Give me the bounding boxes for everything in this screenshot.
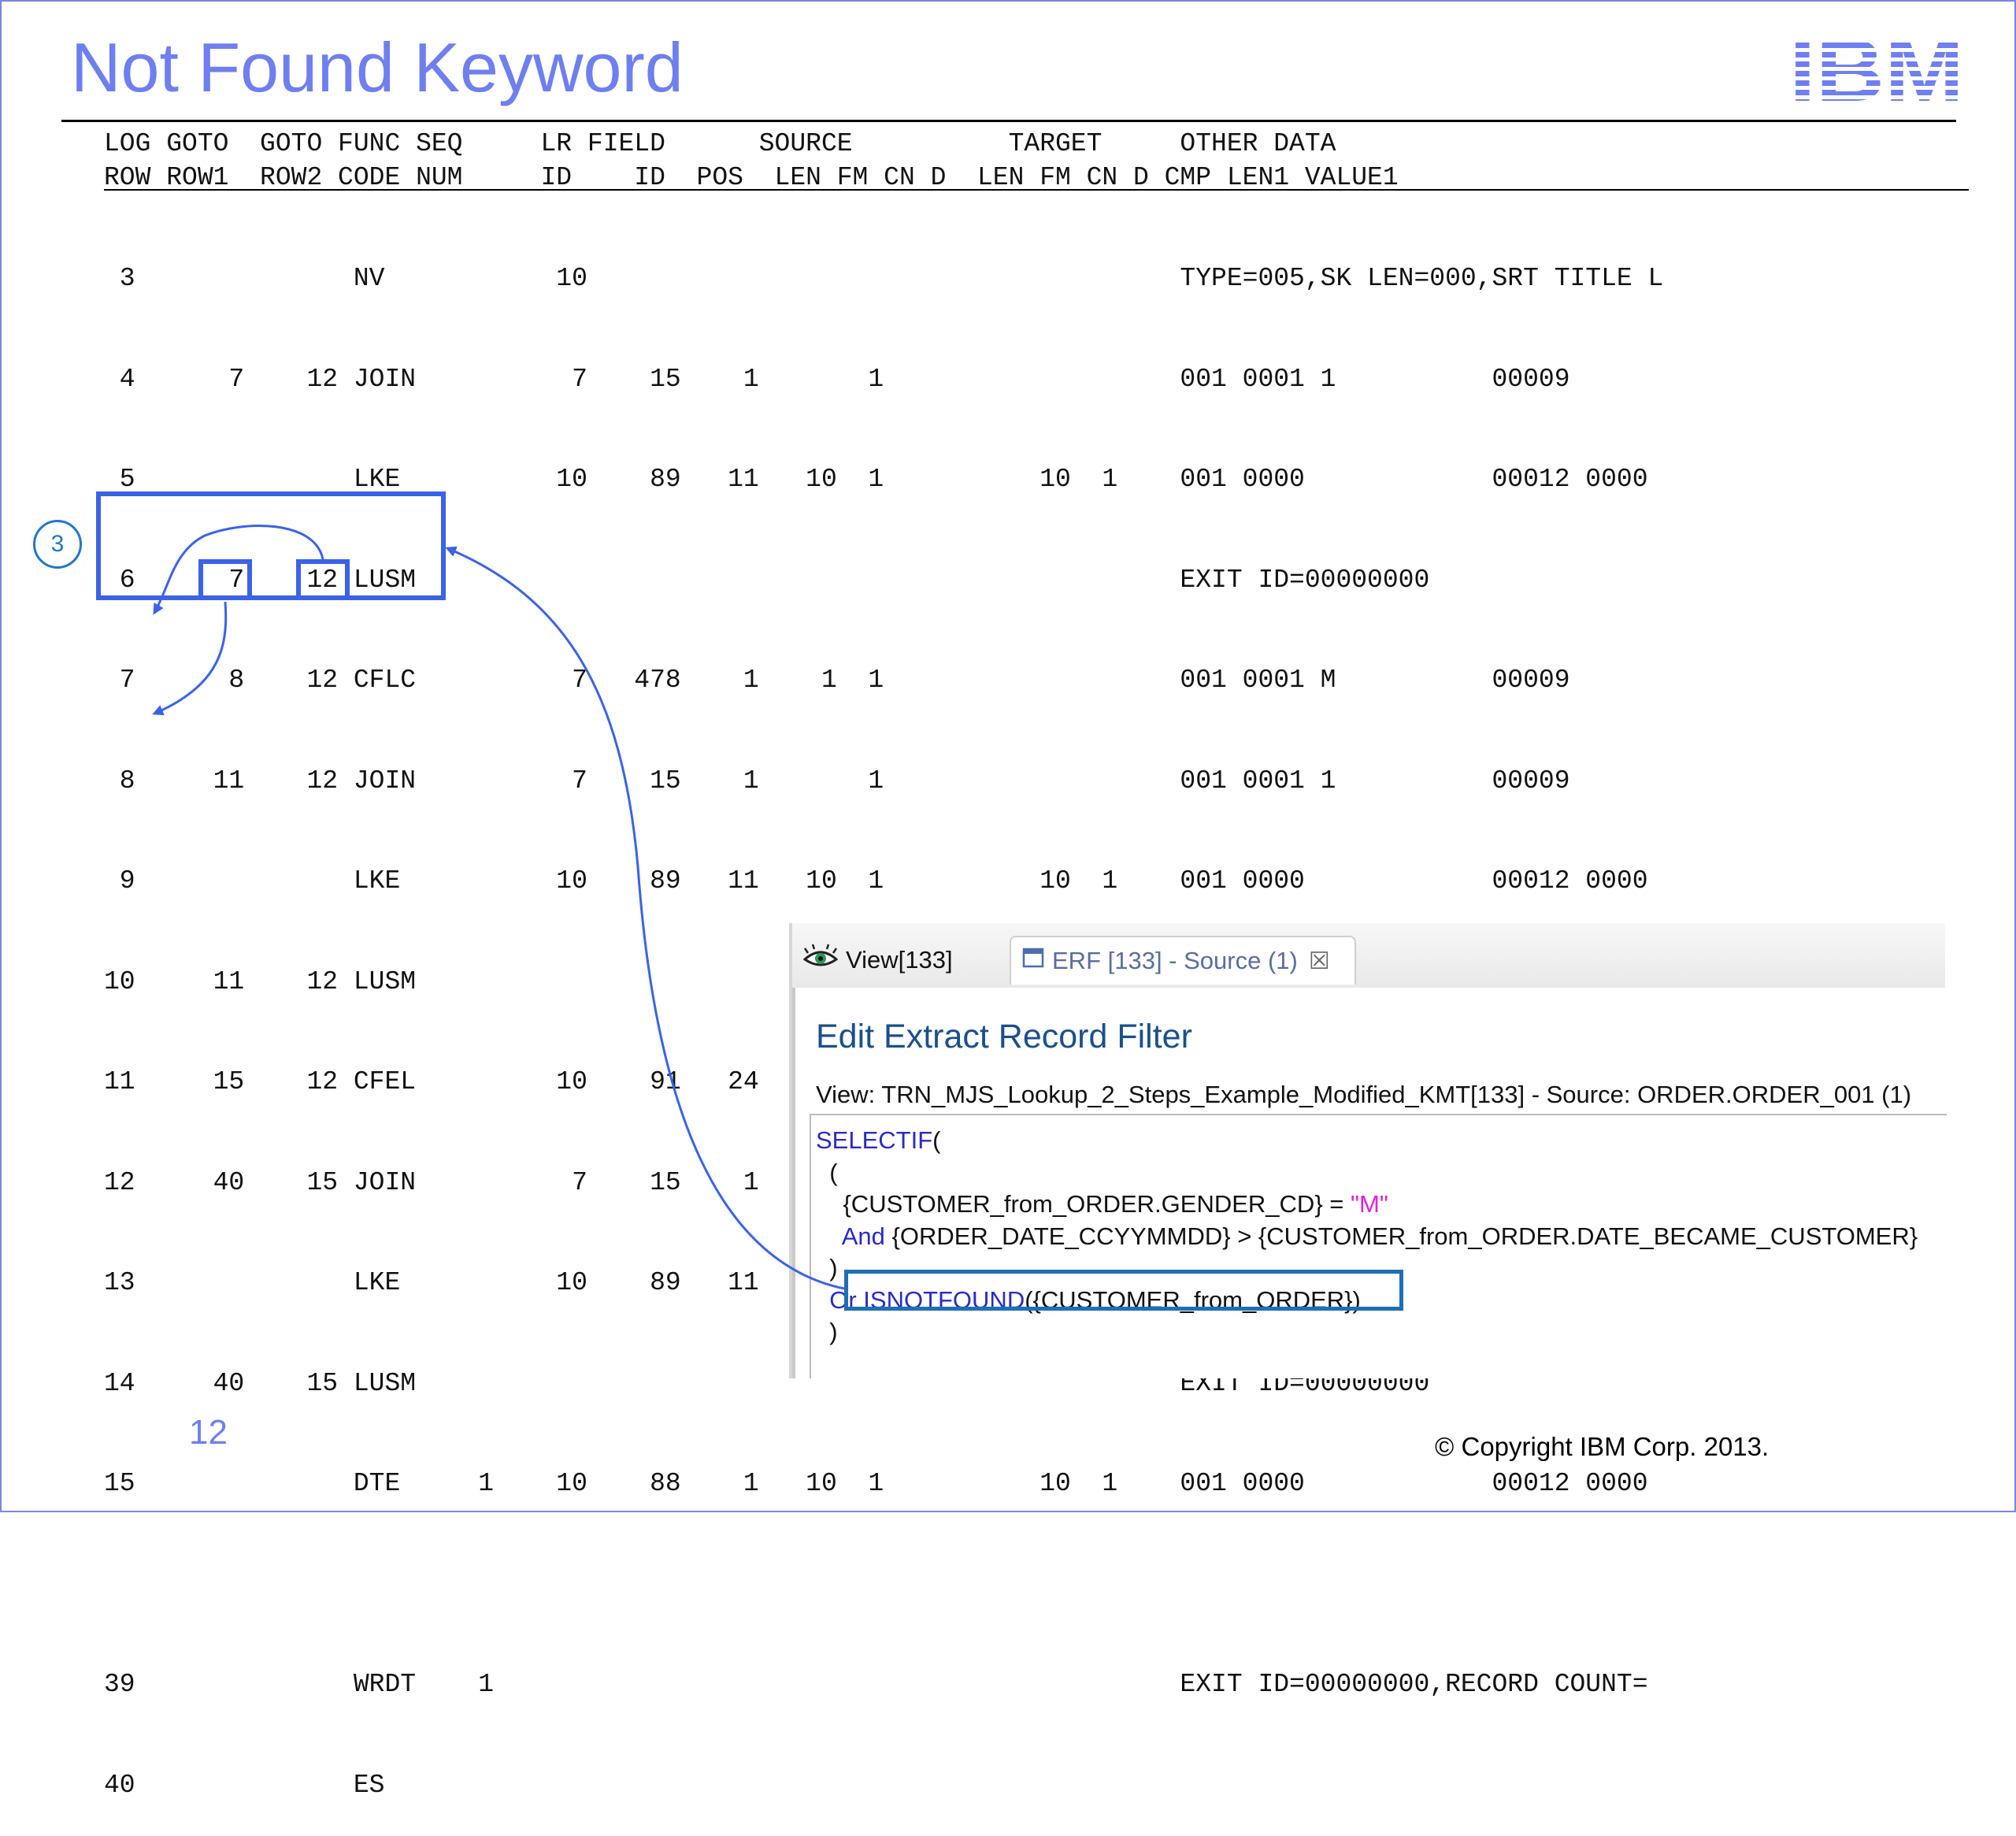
code-keyword: And [816,1222,885,1250]
goto-row2-15-box [296,559,350,600]
listing-header: LOG GOTO GOTO FUNC SEQ LR FIELD SOURCE T… [104,128,1399,195]
isnotfound-highlight-box [844,1270,1403,1311]
goto-row1-40-box [198,559,252,600]
header-line-1: LOG GOTO GOTO FUNC SEQ LR FIELD SOURCE T… [104,129,1336,158]
listing-row [104,1568,1663,1602]
filter-code-editor[interactable]: SELECTIF( ( {CUSTOMER_from_ORDER.GENDER_… [810,1114,1947,1378]
eye-icon [802,944,839,977]
code-text: {CUSTOMER_from_ORDER.GENDER_CD} = [816,1190,1351,1218]
code-string: "M" [1351,1190,1388,1218]
ibm-logo: IBM [1789,33,1964,104]
header-rule [104,189,1969,191]
listing-row: 39 WRDT 1 EXIT ID=00000000,RECORD COUNT= [104,1670,1648,1699]
slide-title: Not Found Keyword [71,28,684,106]
tab-erf-label: ERF [133] - Source (1) [1052,947,1298,974]
editor-heading: Edit Extract Record Filter [816,1018,1192,1055]
tab-view-133[interactable]: View[133] [802,936,1008,985]
listing-row: 3 NV 10 TYPE=005,SK LEN=000,SRT TITLE L [104,264,1664,293]
code-keyword: SELECTIF [816,1126,933,1154]
title-rule [61,120,1956,122]
page-number: 12 [189,1413,228,1452]
code-line-3: {CUSTOMER_from_ORDER.GENDER_CD} = "M" [816,1189,1947,1221]
listing-row: 9 LKE 10 89 11 10 1 10 1 001 0000 00012 … [104,866,1648,896]
tab-erf-source[interactable]: ERF [133] - Source (1) ☒ [1010,936,1356,985]
editor-body: Edit Extract Record Filter View: TRN_MJS… [792,988,1947,1378]
listing-row: 8 11 12 JOIN 7 15 1 1 001 0001 1 00009 [104,766,1570,796]
copyright-notice: © Copyright IBM Corp. 2013. [1435,1432,1770,1461]
tab-view-label: View[133] [846,946,953,974]
code-line-1: SELECTIF( [816,1125,1947,1157]
editor-tab-bar: View[133] ERF [133] - Source (1) ☒ [792,923,1945,989]
listing-row: 4 7 12 JOIN 7 15 1 1 001 0001 1 00009 [104,364,1570,394]
close-icon[interactable]: ☒ [1309,948,1330,975]
code-line-7: ) [816,1318,838,1345]
code-text: {ORDER_DATE_CCYYMMDD} > {CUSTOMER_from_O… [884,1222,1918,1250]
window-icon [1022,947,1044,975]
listing-row: 40 ES [104,1770,385,1800]
code-line-2: ( [816,1158,838,1186]
listing-row: 7 8 12 CFLC 7 478 1 1 1 001 0001 M 00009 [104,666,1570,695]
code-line-4: And {ORDER_DATE_CCYYMMDD} > {CUSTOMER_fr… [816,1221,1947,1253]
code-text: ( [932,1126,941,1154]
rows-12-14-box [96,491,446,600]
step-number-badge: 3 [33,520,82,569]
view-source-line: View: TRN_MJS_Lookup_2_Steps_Example_Mod… [816,1081,1912,1108]
listing-row: 15 DTE 1 10 88 1 10 1 10 1 001 0000 0001… [104,1469,1648,1498]
